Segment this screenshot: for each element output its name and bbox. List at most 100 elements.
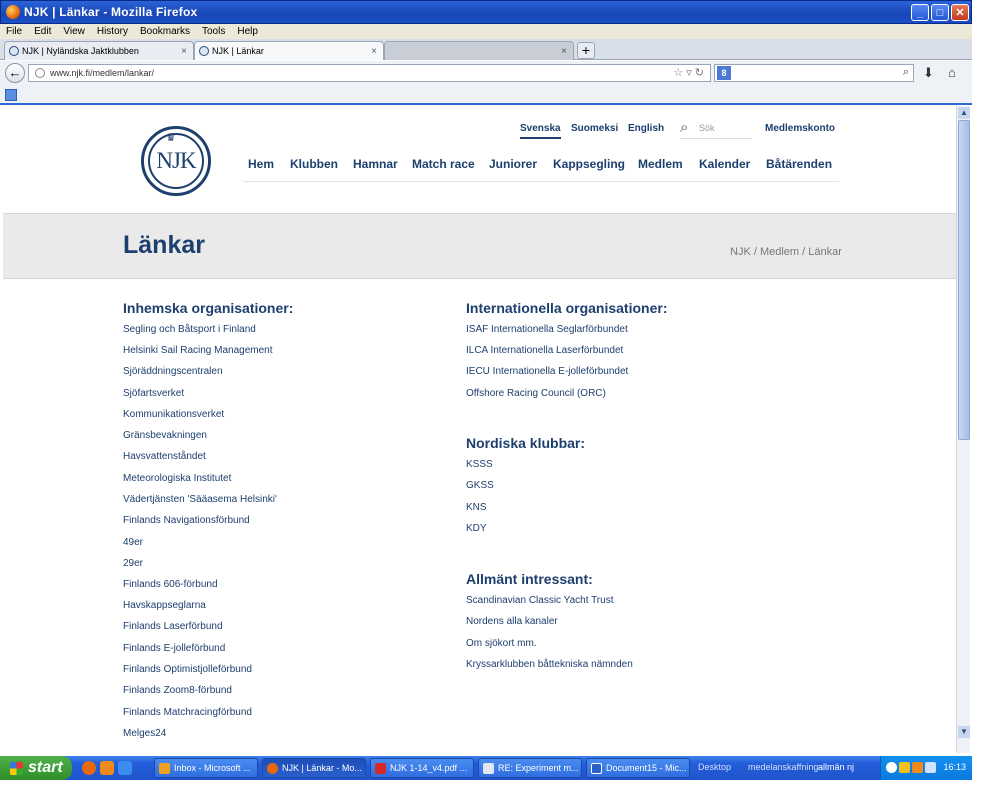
maximize-button[interactable]: □ [931,4,949,21]
close-button[interactable]: ✕ [951,4,969,21]
firefox-quicklaunch-icon[interactable] [82,761,96,775]
link-domestic[interactable]: Havskappseglarna [123,600,206,611]
link-domestic[interactable]: Sjöfartsverket [123,388,184,399]
link-international[interactable]: Offshore Racing Council (ORC) [466,388,606,399]
lang-suomeksi[interactable]: Suomeksi [571,123,618,134]
nav-match-race[interactable]: Match race [412,157,475,171]
network-icon[interactable] [886,762,897,773]
menu-edit[interactable]: Edit [34,26,51,37]
search-icon[interactable]: ⌕ [903,66,909,79]
member-account-link[interactable]: Medlemskonto [765,123,835,134]
close-tab-icon[interactable]: × [561,46,567,57]
volume-icon[interactable] [925,762,936,773]
nav-kappsegling[interactable]: Kappsegling [553,157,625,171]
link-nordic[interactable]: KNS [466,502,487,513]
lang-svenska[interactable]: Svenska [520,123,561,139]
link-domestic[interactable]: Finlands Optimistjolleförbund [123,664,252,675]
address-bar[interactable]: www.njk.fi/medlem/lankar/ ☆ ▿ ↻ [28,64,711,82]
nav-medlem[interactable]: Medlem [638,157,683,171]
search-bar[interactable]: 8 ⌕ [714,64,914,82]
office-tray-icon[interactable] [912,762,923,773]
start-button[interactable]: start [0,756,72,780]
menu-tools[interactable]: Tools [202,26,225,37]
scroll-thumb[interactable] [958,120,970,440]
task-firefox[interactable]: NJK | Länkar - Mo... [262,758,366,778]
link-general[interactable]: Nordens alla kanaler [466,616,558,627]
link-domestic[interactable]: Helsinki Sail Racing Management [123,345,273,356]
link-general[interactable]: Scandinavian Classic Yacht Trust [466,595,613,606]
link-domestic[interactable]: Finlands Navigationsförbund [123,515,250,526]
desktop-toolbar[interactable]: Desktop [698,762,731,772]
link-domestic[interactable]: Finlands Zoom8-förbund [123,685,232,696]
link-domestic[interactable]: Finlands E-jolleförbund [123,643,225,654]
tab-blank[interactable]: × [384,41,574,60]
link-domestic[interactable]: Vädertjänsten 'Sääasema Helsinki' [123,494,277,505]
link-domestic[interactable]: Gränsbevakningen [123,430,207,441]
reload-icon[interactable]: ☆ ▿ ↻ [673,66,704,79]
nav-juniorer[interactable]: Juniorer [489,157,537,171]
nav-klubben[interactable]: Klubben [290,157,338,171]
breadcrumb[interactable]: NJK / Medlem / Länkar [730,246,842,258]
office-quicklaunch-icon[interactable] [100,761,114,775]
menu-bookmarks[interactable]: Bookmarks [140,26,190,37]
toolbar-folder-1[interactable]: medelanskaffning [748,762,818,772]
menu-file[interactable]: File [6,26,22,37]
nav-kalender[interactable]: Kalender [699,157,750,171]
link-domestic[interactable]: 29er [123,558,143,569]
security-icon[interactable] [899,762,910,773]
link-domestic[interactable]: Sjöräddningscentralen [123,366,223,377]
link-general[interactable]: Kryssarklubben båttekniska nämnden [466,659,633,670]
addon-icon[interactable] [5,89,17,101]
scroll-up-icon[interactable]: ▲ [958,107,970,119]
njk-logo[interactable]: ♛ NJK [141,126,211,196]
link-international[interactable]: ILCA Internationella Laserförbundet [466,345,623,356]
tab-lankar[interactable]: NJK | Länkar × [194,41,384,60]
nav-batarenden[interactable]: Båtärenden [766,157,832,171]
link-domestic[interactable]: Finlands Matchracingförbund [123,707,252,718]
task-word[interactable]: Document15 - Mic... [586,758,690,778]
link-domestic[interactable]: Kommunikationsverket [123,409,224,420]
clock: 16:13 [943,762,966,772]
menu-history[interactable]: History [97,26,128,37]
minimize-button[interactable]: _ [911,4,929,21]
back-button[interactable]: ← [5,63,25,83]
google-search-icon[interactable]: 8 [717,66,731,80]
search-icon[interactable]: ⌕ [680,119,688,136]
link-international[interactable]: IECU Internationella E-jolleförbundet [466,366,628,377]
link-nordic[interactable]: KDY [466,523,487,534]
ie-quicklaunch-icon[interactable] [118,761,132,775]
menu-view[interactable]: View [63,26,85,37]
menu-help[interactable]: Help [237,26,258,37]
lang-english[interactable]: English [628,123,664,134]
task-inbox[interactable]: Inbox - Microsoft ... [154,758,258,778]
site-search-input[interactable]: ⌕ Sök [680,119,752,139]
link-domestic[interactable]: Segling och Båtsport i Finland [123,324,256,335]
link-domestic[interactable]: Finlands Laserförbund [123,621,223,632]
toolbar-folder-2[interactable]: allmän nj [818,762,854,772]
home-icon[interactable]: ⌂ [948,65,956,80]
close-tab-icon[interactable]: × [181,46,187,57]
window-titlebar[interactable]: NJK | Länkar - Mozilla Firefox _ □ ✕ [0,0,972,24]
link-domestic[interactable]: Finlands 606-förbund [123,579,218,590]
link-international[interactable]: ISAF Internationella Seglarförbundet [466,324,628,335]
tab-label: NJK | Nyländska Jaktklubben [22,46,139,56]
nav-hem[interactable]: Hem [248,157,274,171]
link-domestic[interactable]: Melges24 [123,728,166,739]
link-nordic[interactable]: KSSS [466,459,493,470]
nav-hamnar[interactable]: Hamnar [353,157,398,171]
task-label: Document15 - Mic... [606,763,687,773]
new-tab-button[interactable]: + [577,42,595,59]
close-tab-icon[interactable]: × [371,46,377,57]
scroll-down-icon[interactable]: ▼ [958,726,970,738]
download-icon[interactable]: ⬇ [923,65,934,81]
link-domestic[interactable]: Meteorologiska Institutet [123,473,231,484]
address-url: www.njk.fi/medlem/lankar/ [50,68,155,78]
tab-njk-home[interactable]: NJK | Nyländska Jaktklubben × [4,41,194,60]
link-general[interactable]: Om sjökort mm. [466,638,537,649]
link-domestic[interactable]: Havsvattenståndet [123,451,206,462]
link-domestic[interactable]: 49er [123,537,143,548]
link-nordic[interactable]: GKSS [466,480,494,491]
task-pdf[interactable]: NJK 1-14_v4.pdf ... [370,758,474,778]
vertical-scrollbar[interactable]: ▲ ▼ [956,106,970,753]
task-email[interactable]: RE: Experiment m... [478,758,582,778]
